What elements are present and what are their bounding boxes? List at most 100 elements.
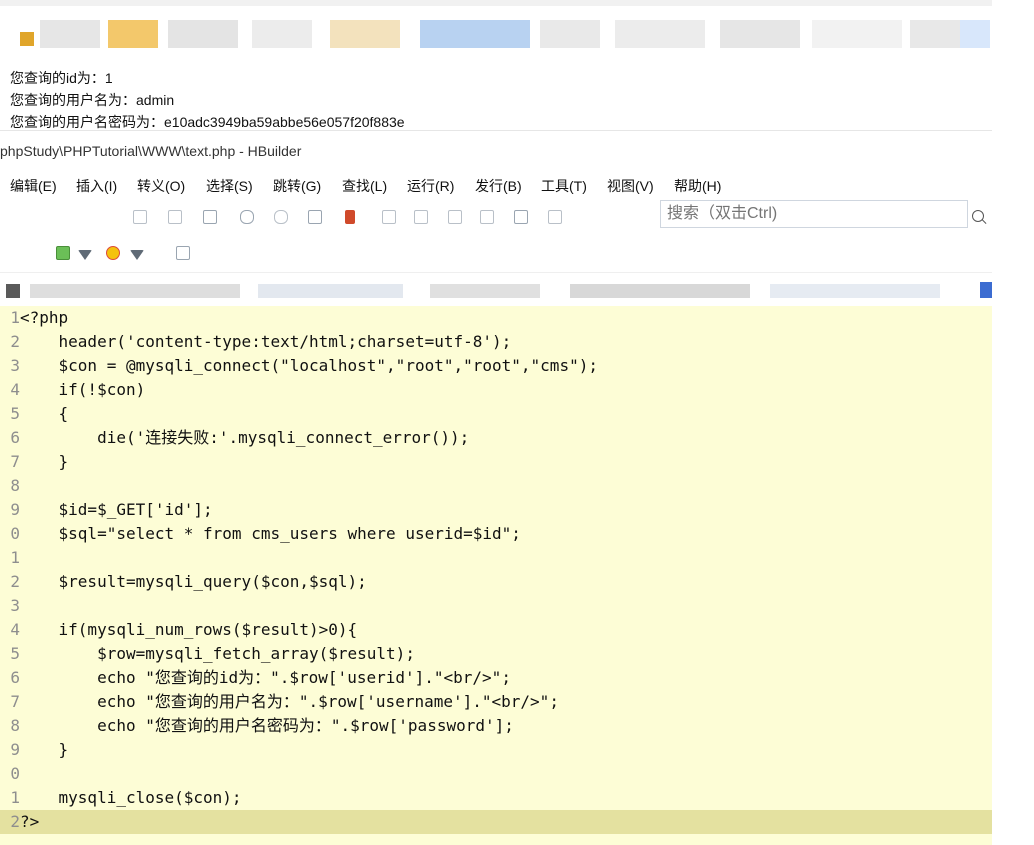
bookmark-item[interactable]: [168, 20, 238, 48]
line-number: 8: [10, 476, 20, 495]
code-line-active: 2 ?>: [0, 810, 992, 834]
bookmark-icon[interactable]: [20, 32, 34, 46]
tool-icon[interactable]: [448, 210, 462, 224]
code-text: }: [20, 740, 69, 759]
menu-tools[interactable]: 工具(T): [541, 176, 587, 196]
bookmark-item[interactable]: [960, 20, 990, 48]
line-number: 2: [10, 812, 20, 831]
bookmarks-bar: [0, 0, 992, 59]
search-input[interactable]: [661, 201, 953, 227]
tool-icon[interactable]: [414, 210, 428, 224]
search-box[interactable]: [660, 200, 968, 228]
tab-item[interactable]: [770, 284, 940, 298]
output-line-username: 您查询的用户名为：admin: [10, 92, 175, 108]
code-text: {: [20, 404, 69, 423]
code-line: 8 echo "您查询的用户名密码为：".$row['password'];: [0, 714, 992, 738]
code-line: 2 $result=mysqli_query($con,$sql);: [0, 570, 992, 594]
tab-item[interactable]: [6, 284, 20, 298]
tool-icon[interactable]: [514, 210, 528, 224]
tab-item[interactable]: [430, 284, 540, 298]
menu-bar: 编辑(E) 插入(I) 转义(O) 选择(S) 跳转(G) 查找(L) 运行(R…: [0, 170, 992, 198]
code-line: 5 {: [0, 402, 992, 426]
code-line: 4 if(!$con): [0, 378, 992, 402]
bookmarks-mosaic: [0, 0, 992, 6]
line-number: 0: [10, 764, 20, 783]
font-size-icon[interactable]: [2, 246, 14, 258]
tab-scroll-icon[interactable]: [980, 282, 992, 298]
menu-escape[interactable]: 转义(O): [137, 176, 185, 196]
tool-icon[interactable]: [382, 210, 396, 224]
bookmark-toggle-icon[interactable]: [345, 210, 355, 224]
line-number: 1: [10, 308, 20, 327]
browser-icon[interactable]: [106, 246, 120, 260]
dropdown-icon[interactable]: [130, 250, 144, 260]
bookmark-item[interactable]: [615, 20, 705, 48]
line-number: 3: [10, 356, 20, 375]
arrow-forward-icon[interactable]: [274, 210, 288, 224]
search-icon[interactable]: [972, 210, 984, 222]
bookmark-item[interactable]: [40, 20, 100, 48]
window-title: phpStudy\PHPTutorial\WWW\text.php - HBui…: [0, 143, 302, 159]
tab-item[interactable]: [570, 284, 750, 298]
arrow-back-icon[interactable]: [240, 210, 254, 224]
tool-icon[interactable]: [203, 210, 217, 224]
code-line: 3 $con = @mysqli_connect("localhost","ro…: [0, 354, 992, 378]
code-line: 1 <?php: [0, 306, 992, 330]
line-number: 2: [10, 332, 20, 351]
code-text: die('连接失败:'.mysqli_connect_error());: [20, 428, 470, 447]
tab-item[interactable]: [258, 284, 403, 298]
tab-item[interactable]: [30, 284, 240, 298]
line-number: 5: [10, 644, 20, 663]
menu-publish[interactable]: 发行(B): [475, 176, 522, 196]
line-number: 7: [10, 452, 20, 471]
menu-help[interactable]: 帮助(H): [674, 176, 721, 196]
code-text: }: [20, 452, 69, 471]
tool-icon[interactable]: [308, 210, 322, 224]
tool-icon[interactable]: [133, 210, 147, 224]
output-line-password: 您查询的用户名密码为：e10adc3949ba59abbe56e057f20f8…: [10, 114, 405, 130]
code-text: echo "您查询的用户名密码为：".$row['password'];: [20, 716, 514, 735]
new-file-icon[interactable]: [56, 246, 70, 260]
code-text: $con = @mysqli_connect("localhost","root…: [20, 356, 598, 375]
bookmark-item[interactable]: [812, 20, 902, 48]
line-number: 3: [10, 596, 20, 615]
menu-edit[interactable]: 编辑(E): [10, 176, 57, 196]
line-number: 8: [10, 716, 20, 735]
info-icon[interactable]: [176, 246, 190, 260]
code-editor[interactable]: 1 <?php 2 header('content-type:text/html;…: [0, 306, 992, 845]
bookmark-item[interactable]: [720, 20, 800, 48]
code-line: 0: [0, 762, 992, 786]
browser-output: 您查询的id为：1 您查询的用户名为：admin 您查询的用户名密码为：e10a…: [0, 58, 992, 130]
code-text: $sql="select * from cms_users where user…: [20, 524, 521, 543]
code-text: $row=mysqli_fetch_array($result);: [20, 644, 415, 663]
code-line: 4 if(mysqli_num_rows($result)>0){: [0, 618, 992, 642]
tool-icon[interactable]: [168, 210, 182, 224]
code-text: echo "您查询的用户名为：".$row['username']."<br/>…: [20, 692, 559, 711]
line-number: 1: [10, 788, 20, 807]
code-text: header('content-type:text/html;charset=u…: [20, 332, 512, 351]
dropdown-icon[interactable]: [78, 250, 92, 260]
menu-goto[interactable]: 跳转(G): [273, 176, 321, 196]
menu-view[interactable]: 视图(V): [607, 176, 654, 196]
code-line: 8: [0, 474, 992, 498]
bookmark-item[interactable]: [420, 20, 530, 48]
tool-icon[interactable]: [480, 210, 494, 224]
line-number: 4: [10, 620, 20, 639]
menu-insert[interactable]: 插入(I): [76, 176, 117, 196]
window-title-bar: phpStudy\PHPTutorial\WWW\text.php - HBui…: [0, 130, 992, 169]
line-number: 1: [10, 548, 20, 567]
code-line: 7 echo "您查询的用户名为：".$row['username']."<br…: [0, 690, 992, 714]
code-text: echo "您查询的id为：".$row['userid']."<br/>";: [20, 668, 511, 687]
bookmark-item[interactable]: [252, 20, 312, 48]
line-number: 6: [10, 428, 20, 447]
line-number: 9: [10, 500, 20, 519]
menu-run[interactable]: 运行(R): [407, 176, 454, 196]
menu-select[interactable]: 选择(S): [206, 176, 253, 196]
bookmark-item[interactable]: [108, 20, 158, 48]
code-text: mysqli_close($con);: [20, 788, 242, 807]
bookmark-item[interactable]: [330, 20, 400, 48]
tool-icon[interactable]: [548, 210, 562, 224]
code-text: <?php: [20, 308, 69, 327]
menu-find[interactable]: 查找(L): [342, 176, 387, 196]
bookmark-item[interactable]: [540, 20, 600, 48]
